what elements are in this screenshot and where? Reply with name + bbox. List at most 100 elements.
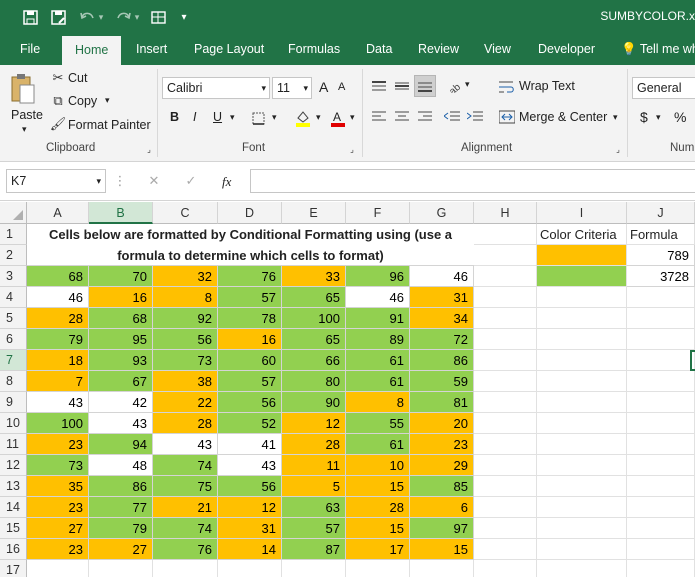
table-cell[interactable]: 73: [153, 350, 218, 371]
orange-sum-cell[interactable]: 789: [627, 245, 695, 266]
table-cell[interactable]: 86: [410, 350, 474, 371]
align-left-icon[interactable]: [370, 107, 388, 125]
italic-button[interactable]: I: [193, 110, 196, 124]
font-color-dropdown-icon[interactable]: ▾: [350, 112, 355, 123]
borders-icon[interactable]: [250, 110, 266, 126]
align-bottom-icon[interactable]: [414, 75, 436, 97]
table-cell[interactable]: 86: [89, 476, 153, 497]
column-header-e[interactable]: E: [282, 202, 346, 224]
table-cell[interactable]: 57: [218, 371, 282, 392]
shrink-font-button[interactable]: A: [338, 81, 345, 93]
table-cell[interactable]: 85: [410, 476, 474, 497]
customize-icon[interactable]: ▾: [178, 7, 190, 27]
table-cell[interactable]: 66: [282, 350, 346, 371]
copy-dropdown-icon[interactable]: ▾: [105, 95, 110, 106]
table-cell[interactable]: 28: [27, 308, 89, 329]
paste-dropdown-icon[interactable]: ▾: [22, 124, 27, 135]
table-cell[interactable]: 23: [27, 497, 89, 518]
format-painter-icon[interactable]: 🖌: [50, 116, 67, 132]
tab-page-layout[interactable]: Page Layout: [194, 34, 264, 65]
wrap-text-icon[interactable]: [498, 78, 516, 96]
table-cell[interactable]: 22: [153, 392, 218, 413]
table-cell[interactable]: 43: [218, 455, 282, 476]
save-as-icon[interactable]: [48, 7, 68, 27]
undo-dropdown-icon[interactable]: ▾: [96, 7, 106, 27]
table-cell[interactable]: 92: [153, 308, 218, 329]
table-cell[interactable]: 10: [346, 455, 410, 476]
table-cell[interactable]: 63: [282, 497, 346, 518]
criteria-orange-swatch[interactable]: [537, 245, 626, 265]
table-cell[interactable]: 97: [410, 518, 474, 539]
table-cell[interactable]: 35: [27, 476, 89, 497]
table-cell[interactable]: 27: [89, 539, 153, 560]
table-cell[interactable]: 8: [346, 392, 410, 413]
column-header-d[interactable]: D: [218, 202, 282, 224]
table-cell[interactable]: 93: [89, 350, 153, 371]
table-cell[interactable]: 57: [282, 518, 346, 539]
currency-button[interactable]: $: [640, 109, 648, 125]
table-cell[interactable]: 67: [89, 371, 153, 392]
table-cell[interactable]: 16: [218, 329, 282, 350]
clipboard-launcher-icon[interactable]: ⌟: [144, 144, 154, 154]
table-cell[interactable]: 76: [218, 266, 282, 287]
table-cell[interactable]: 57: [218, 287, 282, 308]
row-header-11[interactable]: 11: [0, 434, 27, 455]
table-cell[interactable]: 56: [153, 329, 218, 350]
row-header-9[interactable]: 9: [0, 392, 27, 413]
table-cell[interactable]: 8: [153, 287, 218, 308]
table-cell[interactable]: 100: [282, 308, 346, 329]
row-header-8[interactable]: 8: [0, 371, 27, 392]
increase-indent-icon[interactable]: [466, 107, 484, 125]
tab-data[interactable]: Data: [366, 34, 392, 65]
bold-button[interactable]: B: [170, 110, 179, 124]
name-box[interactable]: K7 ▾: [6, 169, 106, 193]
format-painter-button[interactable]: Format Painter: [68, 118, 151, 132]
table-cell[interactable]: 80: [282, 371, 346, 392]
table-cell[interactable]: 73: [27, 455, 89, 476]
table-cell[interactable]: 17: [346, 539, 410, 560]
alignment-launcher-icon[interactable]: ⌟: [613, 144, 623, 154]
table-cell[interactable]: 6: [410, 497, 474, 518]
row-header-17[interactable]: 17: [0, 560, 27, 577]
table-cell[interactable]: 60: [218, 350, 282, 371]
table-cell[interactable]: 28: [346, 497, 410, 518]
font-size-input[interactable]: 11 ▾: [272, 77, 312, 99]
table-cell[interactable]: 56: [218, 392, 282, 413]
table-cell[interactable]: 94: [89, 434, 153, 455]
table-cell[interactable]: 21: [153, 497, 218, 518]
paste-button[interactable]: Paste: [11, 108, 43, 122]
table-cell[interactable]: 31: [218, 518, 282, 539]
tab-home[interactable]: Home: [62, 36, 122, 65]
table-cell[interactable]: 78: [218, 308, 282, 329]
column-header-h[interactable]: H: [474, 202, 537, 224]
merge-center-button[interactable]: Merge & Center: [519, 110, 607, 124]
table-cell[interactable]: 15: [410, 539, 474, 560]
table-cell[interactable]: 65: [282, 287, 346, 308]
undo-icon[interactable]: [78, 7, 96, 27]
table-cell[interactable]: 28: [153, 413, 218, 434]
align-center-icon[interactable]: [393, 107, 411, 125]
table-cell[interactable]: 59: [410, 371, 474, 392]
table-cell[interactable]: 34: [410, 308, 474, 329]
table-cell[interactable]: 42: [89, 392, 153, 413]
table-cell[interactable]: 43: [89, 413, 153, 434]
name-box-dropdown-icon[interactable]: ▾: [96, 170, 101, 192]
merge-dropdown-icon[interactable]: ▾: [613, 112, 618, 123]
table-cell[interactable]: 33: [282, 266, 346, 287]
table-cell[interactable]: 75: [153, 476, 218, 497]
underline-dropdown-icon[interactable]: ▾: [230, 112, 235, 123]
row-header-4[interactable]: 4: [0, 287, 27, 308]
table-cell[interactable]: 31: [410, 287, 474, 308]
table-cell[interactable]: 38: [153, 371, 218, 392]
column-header-a[interactable]: A: [27, 202, 89, 224]
table-cell[interactable]: 32: [153, 266, 218, 287]
redo-icon[interactable]: [114, 7, 132, 27]
tab-formulas[interactable]: Formulas: [288, 34, 340, 65]
table-cell[interactable]: 43: [27, 392, 89, 413]
row-header-13[interactable]: 13: [0, 476, 27, 497]
table-cell[interactable]: 41: [218, 434, 282, 455]
tab-insert[interactable]: Insert: [136, 34, 167, 65]
table-cell[interactable]: 74: [153, 455, 218, 476]
row-header-7[interactable]: 7: [0, 350, 27, 371]
row-header-3[interactable]: 3: [0, 266, 27, 287]
